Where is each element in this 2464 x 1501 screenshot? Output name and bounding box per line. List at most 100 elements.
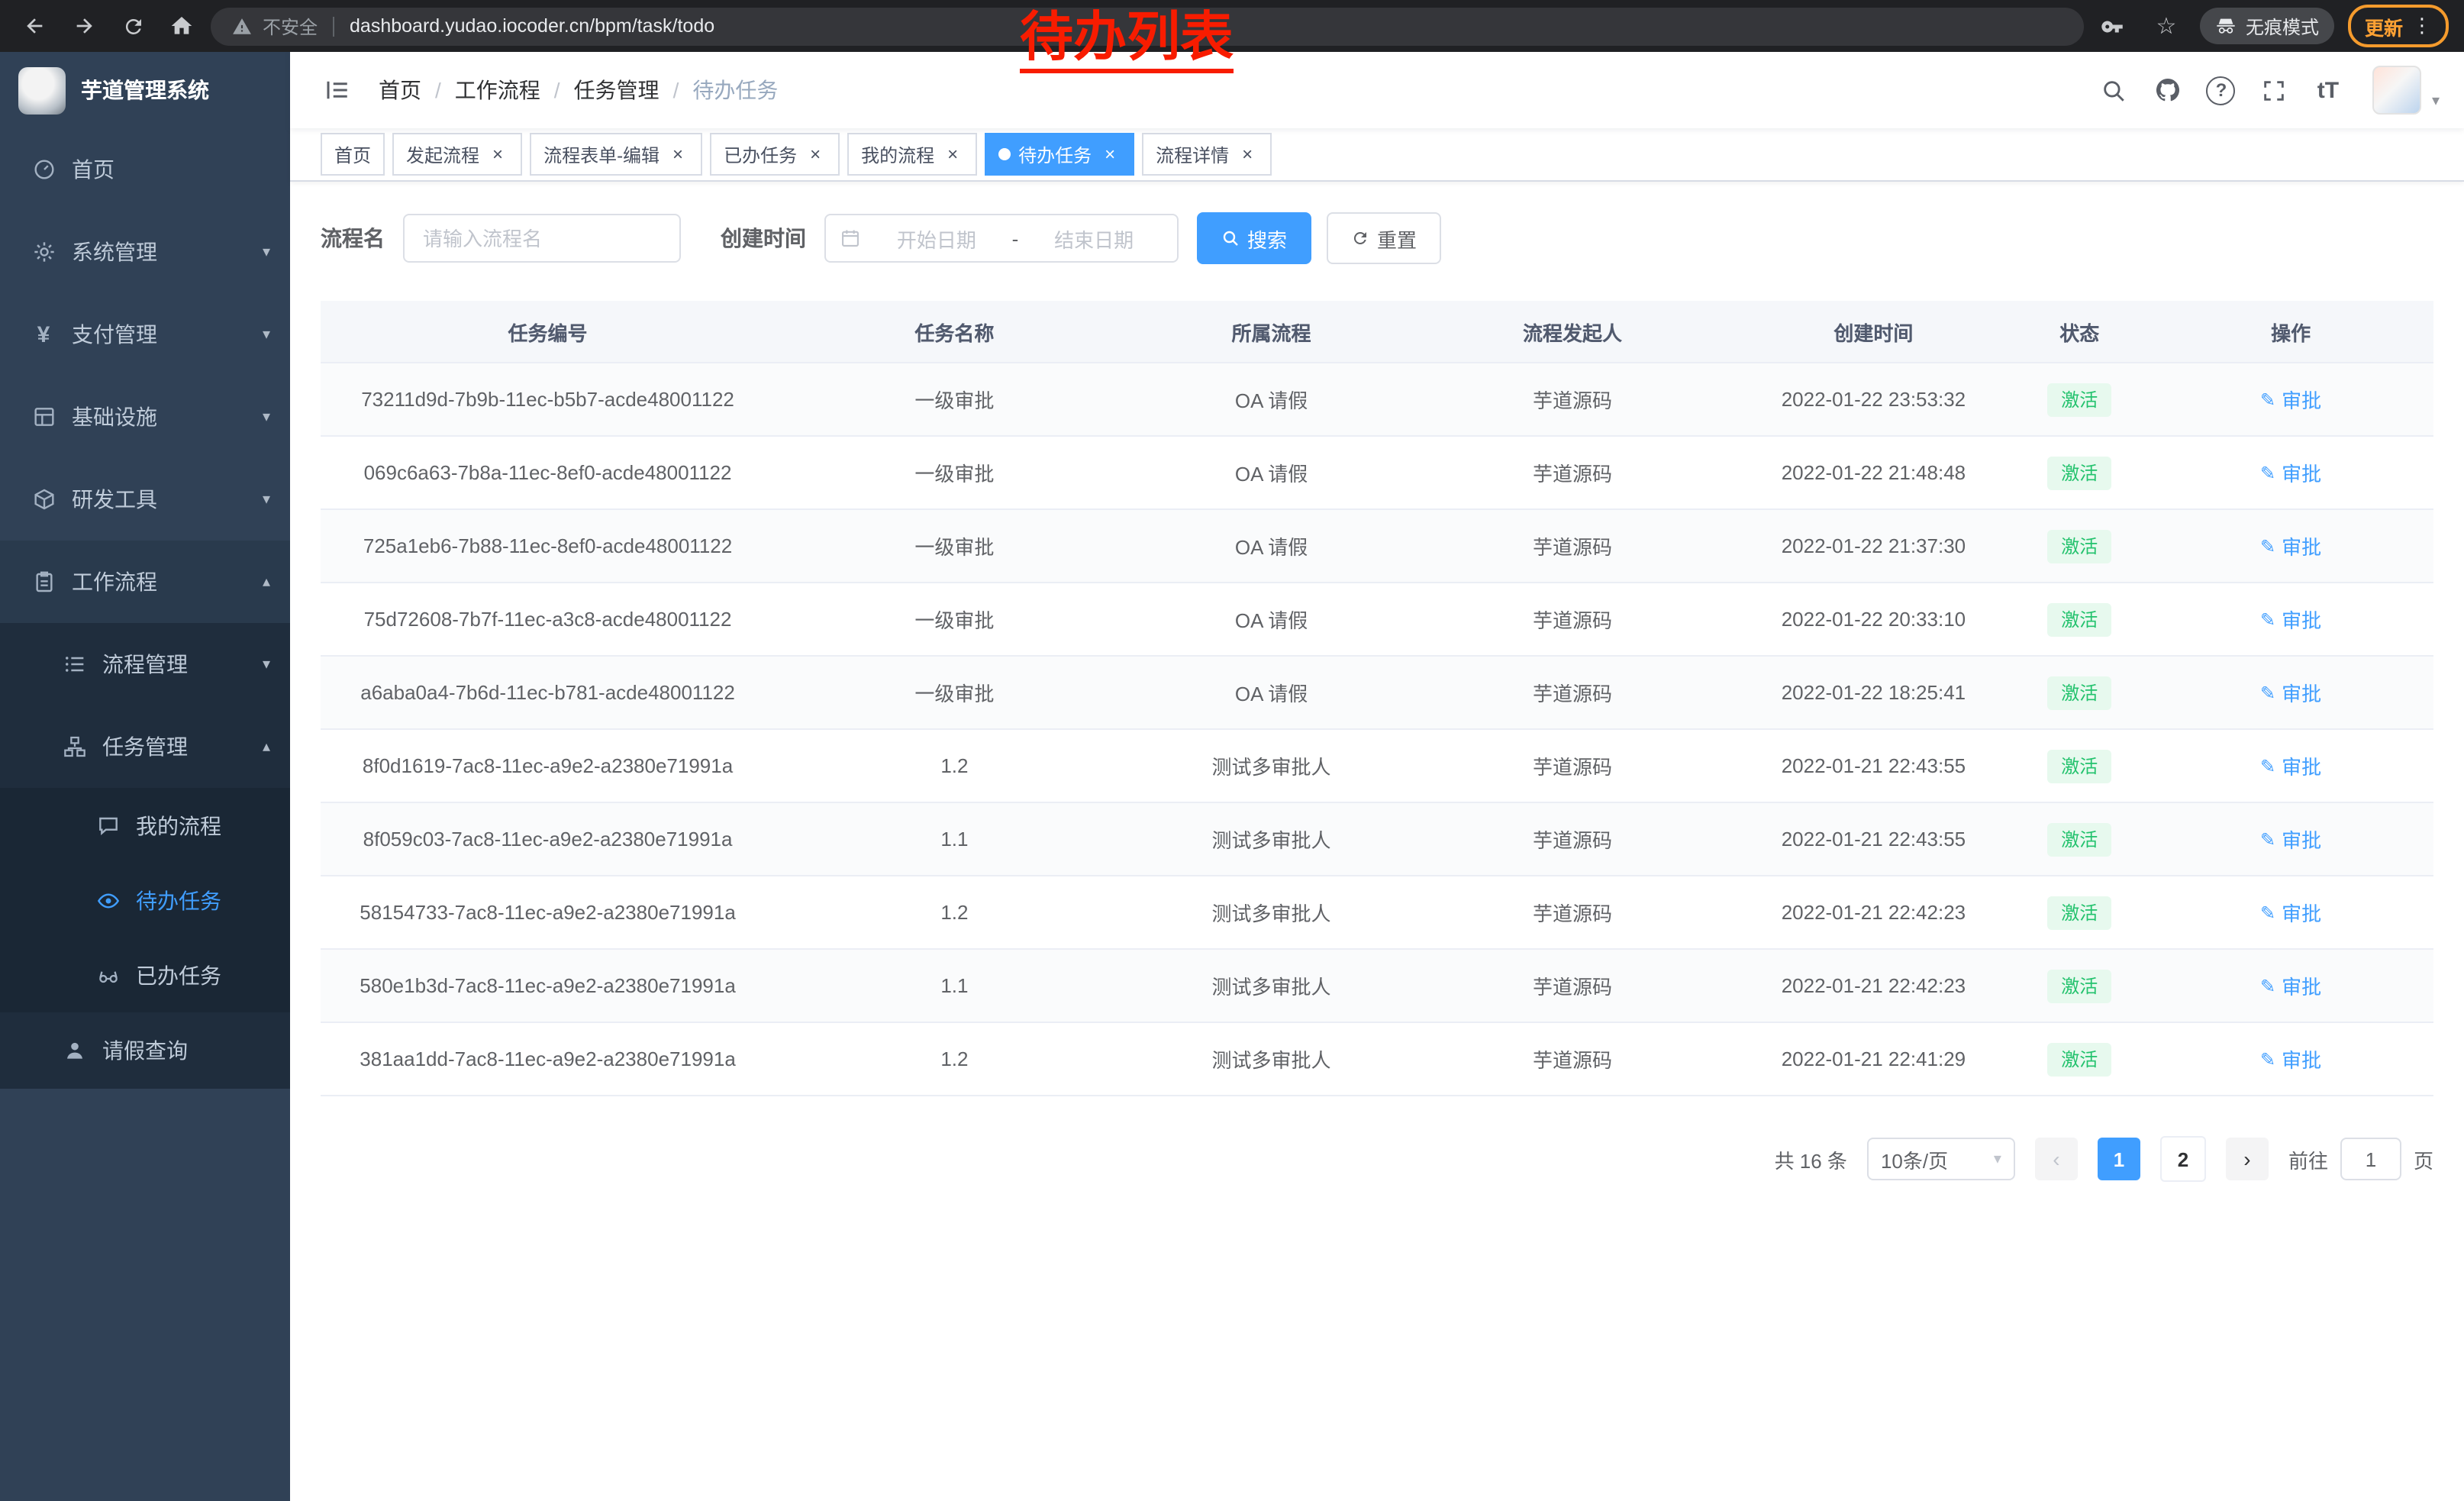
kebab-menu-icon[interactable]: ⋮ [2412, 14, 2432, 38]
sidebar-item-home[interactable]: 首页 [0, 128, 290, 211]
table-row: 73211d9d-7b9b-11ec-b5b7-acde48001122 一级审… [321, 363, 2433, 436]
col-initiator: 流程发起人 [1408, 301, 1736, 363]
search-icon[interactable] [2093, 69, 2136, 111]
tab-my-processes[interactable]: 我的流程 × [847, 133, 977, 176]
menu-label: 系统管理 [72, 237, 157, 267]
breadcrumb-item-task-management[interactable]: 任务管理 [574, 75, 693, 105]
fullscreen-icon[interactable] [2253, 69, 2296, 111]
approve-button[interactable]: ✎ 审批 [2260, 1044, 2321, 1073]
menu-label: 流程管理 [102, 649, 188, 679]
approve-button[interactable]: ✎ 审批 [2260, 531, 2321, 560]
breadcrumb-item-home[interactable]: 首页 [379, 75, 455, 105]
sidebar-item-infrastructure[interactable]: 基础设施 ▾ [0, 376, 290, 458]
approve-button[interactable]: ✎ 审批 [2260, 971, 2321, 1000]
sidebar-item-process-management[interactable]: 流程管理 ▾ [0, 623, 290, 705]
tab-process-detail[interactable]: 流程详情 × [1142, 133, 1272, 176]
sidebar-item-todo-tasks[interactable]: 待办任务 [0, 863, 290, 938]
menu-label: 首页 [72, 154, 114, 185]
breadcrumb-item-workflow[interactable]: 工作流程 [455, 75, 574, 105]
star-icon[interactable]: ☆ [2146, 6, 2186, 46]
tab-home[interactable]: 首页 [321, 133, 385, 176]
approve-button[interactable]: ✎ 审批 [2260, 898, 2321, 927]
back-button[interactable] [15, 6, 55, 46]
approve-button[interactable]: ✎ 审批 [2260, 678, 2321, 707]
search-button[interactable]: 搜索 [1197, 212, 1311, 264]
sidebar-item-task-management[interactable]: 任务管理 ▴ [0, 705, 290, 788]
update-button[interactable]: 更新 ⋮ [2348, 5, 2449, 47]
reset-button[interactable]: 重置 [1327, 212, 1441, 264]
table-row: 069c6a63-7b8a-11ec-8ef0-acde48001122 一级审… [321, 436, 2433, 509]
status-badge: 激活 [2047, 529, 2111, 563]
goto-page: 前往 页 [2288, 1138, 2433, 1180]
close-icon[interactable]: × [1237, 144, 1258, 165]
sidebar-item-my-processes[interactable]: 我的流程 [0, 788, 290, 863]
cell-task-name: 一级审批 [775, 436, 1134, 509]
menu-label: 我的流程 [136, 810, 221, 841]
chevron-down-icon[interactable]: ▾ [2432, 92, 2440, 109]
page-2-button[interactable]: 2 [2160, 1136, 2206, 1182]
cell-initiator: 芋道源码 [1408, 509, 1736, 583]
logo-avatar [18, 66, 66, 114]
edit-icon: ✎ [2260, 462, 2275, 483]
close-icon[interactable]: × [942, 144, 963, 165]
chevron-down-icon: ▾ [263, 244, 270, 260]
sidebar-item-done-tasks[interactable]: 已办任务 [0, 938, 290, 1012]
approve-button[interactable]: ✎ 审批 [2260, 385, 2321, 414]
edit-icon: ✎ [2260, 535, 2275, 557]
sidebar-item-leave-query[interactable]: 请假查询 [0, 1012, 290, 1089]
cell-initiator: 芋道源码 [1408, 802, 1736, 876]
cell-task-id: 580e1b3d-7ac8-11ec-a9e2-a2380e71991a [321, 949, 775, 1022]
warning-icon [232, 16, 252, 36]
cell-status: 激活 [2011, 583, 2148, 656]
pagination: 共 16 条 10条/页 ▾ ‹ 1 2 › 前往 页 [321, 1136, 2433, 1228]
page-size-select[interactable]: 10条/页 ▾ [1867, 1138, 2015, 1180]
cell-task-id: a6aba0a4-7b6d-11ec-b781-acde48001122 [321, 656, 775, 729]
next-page-button[interactable]: › [2226, 1138, 2269, 1180]
close-icon[interactable]: × [1099, 144, 1121, 165]
tab-process-form-edit[interactable]: 流程表单-编辑 × [530, 133, 702, 176]
forward-button[interactable] [64, 6, 104, 46]
cell-initiator: 芋道源码 [1408, 656, 1736, 729]
avatar[interactable] [2372, 66, 2421, 115]
key-icon[interactable] [2093, 6, 2133, 46]
status-badge: 激活 [2047, 822, 2111, 856]
start-date-placeholder[interactable]: 开始日期 [867, 224, 1006, 253]
cell-action: ✎ 审批 [2148, 1022, 2433, 1096]
approve-button[interactable]: ✎ 审批 [2260, 825, 2321, 854]
home-button[interactable] [162, 6, 202, 46]
close-icon[interactable]: × [487, 144, 508, 165]
approve-label: 审批 [2282, 531, 2321, 560]
help-glyph: ? [2207, 76, 2236, 105]
date-range-picker[interactable]: 开始日期 - 结束日期 [824, 214, 1179, 263]
sidebar-logo[interactable]: 芋道管理系统 [0, 52, 290, 128]
chevron-down-icon: ▾ [263, 491, 270, 508]
process-name-input[interactable] [403, 214, 681, 263]
page-1-button[interactable]: 1 [2098, 1138, 2140, 1180]
refresh-button[interactable] [113, 6, 153, 46]
address-bar[interactable]: 不安全 dashboard.yudao.iocoder.cn/bpm/task/… [211, 7, 2084, 45]
col-actions: 操作 [2148, 301, 2433, 363]
tab-start-process[interactable]: 发起流程 × [392, 133, 522, 176]
approve-button[interactable]: ✎ 审批 [2260, 605, 2321, 634]
end-date-placeholder[interactable]: 结束日期 [1024, 224, 1163, 253]
font-size-icon[interactable]: tT [2307, 69, 2350, 111]
github-icon[interactable] [2146, 69, 2189, 111]
approve-button[interactable]: ✎ 审批 [2260, 751, 2321, 780]
close-icon[interactable]: × [805, 144, 826, 165]
cell-status: 激活 [2011, 802, 2148, 876]
sidebar-item-workflow[interactable]: 工作流程 ▴ [0, 541, 290, 623]
sidebar-collapse-button[interactable] [311, 64, 363, 116]
tab-done-tasks[interactable]: 已办任务 × [710, 133, 840, 176]
prev-page-button[interactable]: ‹ [2035, 1138, 2078, 1180]
tab-todo-tasks[interactable]: 待办任务 × [985, 133, 1134, 176]
approve-button[interactable]: ✎ 审批 [2260, 458, 2321, 487]
sidebar-item-system-management[interactable]: 系统管理 ▾ [0, 211, 290, 293]
process-name-label: 流程名 [321, 223, 385, 253]
gear-icon [31, 239, 56, 265]
sidebar-item-dev-tools[interactable]: 研发工具 ▾ [0, 458, 290, 541]
goto-page-input[interactable] [2340, 1138, 2401, 1180]
help-icon[interactable]: ? [2200, 69, 2243, 111]
sidebar-item-payment-management[interactable]: ¥ 支付管理 ▾ [0, 293, 290, 376]
chevron-down-icon: ▾ [263, 326, 270, 343]
close-icon[interactable]: × [667, 144, 689, 165]
